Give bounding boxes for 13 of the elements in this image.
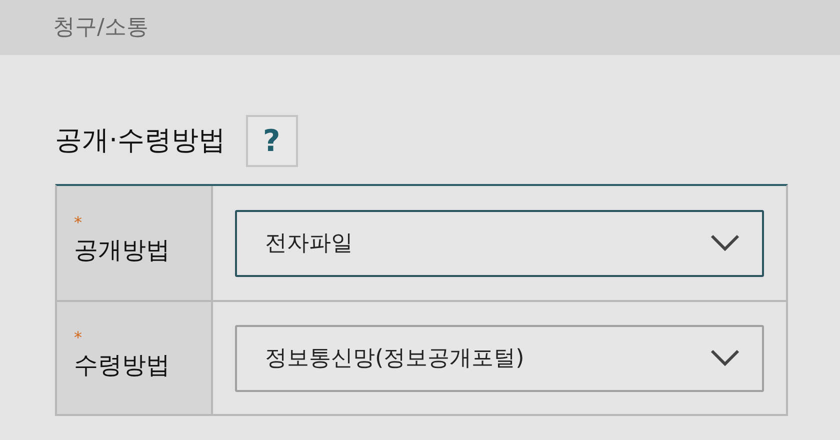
field-label: 공개방법	[74, 235, 171, 266]
select-value: 정보통신망(정보공개포털)	[265, 344, 524, 372]
required-mark: *	[74, 218, 82, 228]
field-label: 수령방법	[74, 350, 171, 381]
help-button[interactable]: ?	[246, 115, 298, 167]
select-field[interactable]: 정보통신망(정보공개포털)	[235, 324, 764, 392]
select-field[interactable]: 전자파일	[235, 210, 764, 276]
header-title: 청구/소통	[53, 14, 148, 42]
chevron-down-icon	[710, 349, 740, 367]
section-title: 공개·수령방법	[55, 124, 226, 158]
required-mark: *	[74, 333, 82, 343]
chevron-down-icon	[710, 234, 740, 252]
select-value: 전자파일	[265, 230, 353, 258]
